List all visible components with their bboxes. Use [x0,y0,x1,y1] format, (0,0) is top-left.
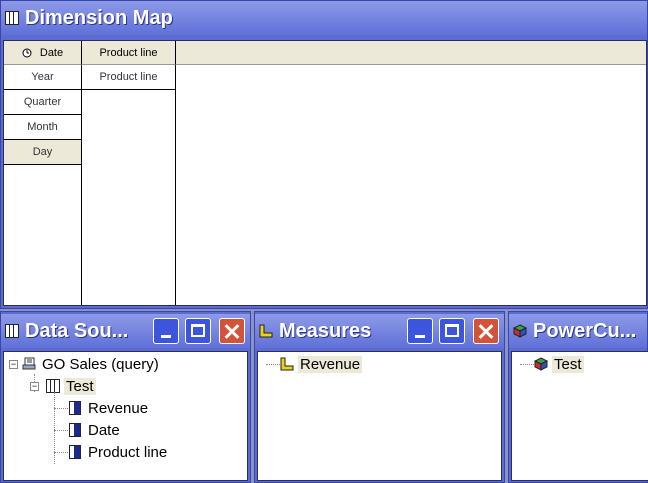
collapse-toggle[interactable]: − [9,360,18,369]
data-source-icon [5,324,19,338]
data-source-maximize-button[interactable] [185,318,211,344]
dimension-column-product-line: Product line [82,65,176,305]
measures-close-button[interactable] [473,318,499,344]
powercube-list: Test [511,351,648,481]
ruler-icon [280,357,294,371]
cube-icon [513,324,527,338]
level-cell-month[interactable]: Month [4,115,81,140]
column-icon [69,445,81,459]
data-source-tree: − GO Sales (query) − Test Revenue Date P… [3,351,248,481]
powercube-title: PowerCu... [533,319,637,342]
measures-titlebar: Measures [255,314,504,348]
query-icon [22,357,36,370]
tree-connector [54,408,68,409]
tree-connector [520,364,534,365]
tree-leaf-product-line[interactable]: Product line [68,442,169,462]
powercube-panel: PowerCu... Test [508,311,648,483]
tree-connector [266,364,280,365]
collapse-toggle[interactable]: − [30,382,39,391]
tree-leaf-label: Date [88,421,120,439]
powercube-label: Test [552,355,584,373]
tree-leaf-date[interactable]: Date [68,420,122,440]
dimension-header-product-line[interactable]: Product line [82,41,176,65]
data-source-panel: Data Sou... − GO Sales (query) − Test Re… [0,311,251,483]
dimension-map-titlebar: Dimension Map [1,1,647,35]
tree-node-label: GO Sales (query) [42,355,159,373]
data-source-close-button[interactable] [219,318,245,344]
dimension-map-grid: Date Product line Year Quarter Month Day… [3,40,647,306]
dimension-map-panel: Dimension Map Date Product line Year Qua… [0,0,648,309]
level-cell-product-line[interactable]: Product line [82,65,175,90]
tree-connector [54,392,55,464]
dimension-header-label: Product line [99,46,158,59]
data-source-title: Data Sou... [25,319,129,342]
dimension-map-icon [5,11,19,25]
tree-leaf-label: Product line [88,443,168,461]
dimension-header-label: Date [39,46,64,59]
powercube-item-test[interactable]: Test [534,354,584,374]
tree-connector [54,452,68,453]
measures-maximize-button[interactable] [439,318,465,344]
dimension-map-title: Dimension Map [25,6,173,29]
level-cell-year[interactable]: Year [4,65,81,90]
powercube-titlebar: PowerCu... [509,314,647,348]
tree-node-label: Test [64,377,96,395]
data-source-minimize-button[interactable] [153,318,179,344]
measure-item-revenue[interactable]: Revenue [280,354,363,374]
column-icon [69,423,81,437]
measures-title: Measures [279,319,372,342]
dimension-header-date[interactable]: Date [4,41,82,65]
tree-leaf-label: Revenue [88,399,149,417]
column-icon [69,401,81,415]
clock-icon [22,48,32,57]
level-cell-day[interactable]: Day [4,140,81,165]
level-cell-quarter[interactable]: Quarter [4,90,81,115]
dimension-header-empty [176,41,646,65]
tree-connector [54,430,68,431]
data-source-titlebar: Data Sou... [1,314,250,348]
dimension-column-date: Year Quarter Month Day [4,65,82,305]
cube-icon [534,357,548,371]
table-icon [46,379,60,393]
ruler-icon [259,324,273,338]
measure-label: Revenue [298,355,363,373]
measures-minimize-button[interactable] [407,318,433,344]
tree-leaf-revenue[interactable]: Revenue [68,398,150,418]
measures-panel: Measures Revenue [254,311,505,483]
measures-list: Revenue [257,351,502,481]
tree-node-root[interactable]: GO Sales (query) [22,354,161,374]
